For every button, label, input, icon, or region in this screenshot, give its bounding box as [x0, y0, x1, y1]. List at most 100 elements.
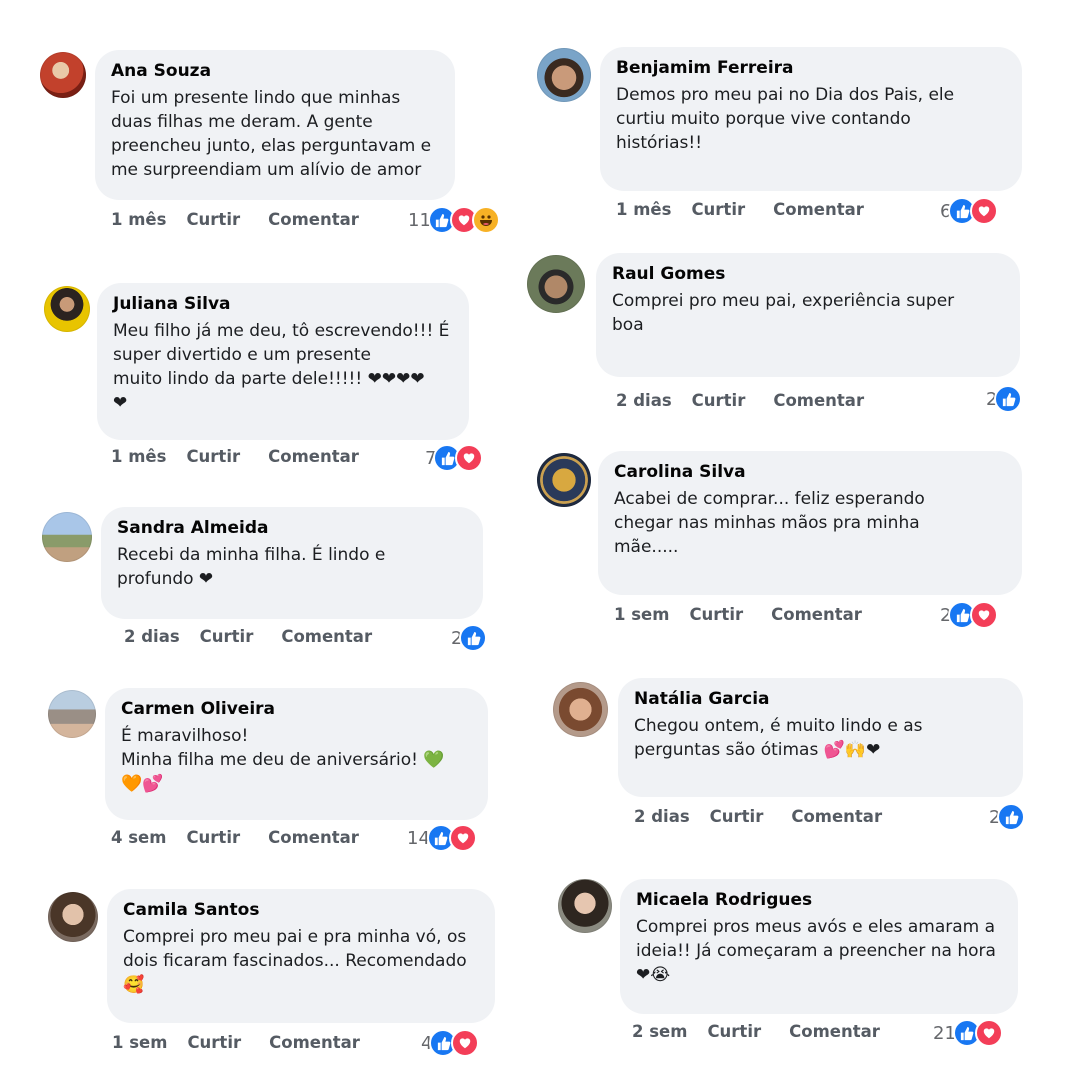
comment-time[interactable]: 1 mês [616, 200, 671, 219]
love-reaction-icon [448, 824, 477, 852]
reply-button[interactable]: Comentar [791, 807, 882, 826]
avatar[interactable] [537, 453, 591, 507]
haha-reaction-icon [471, 206, 500, 234]
comment-bubble: Raul Gomes Comprei pro meu pai, experiên… [596, 253, 1020, 377]
reply-button[interactable]: Comentar [773, 391, 864, 410]
like-button[interactable]: Curtir [689, 605, 743, 624]
reactions-summary[interactable]: 2 [940, 601, 999, 629]
like-reaction-icon [459, 624, 488, 652]
reactions-summary[interactable]: 6 [940, 197, 999, 225]
comment-bubble: Juliana Silva Meu filho já me deu, tô es… [97, 283, 469, 440]
reply-button[interactable]: Comentar [268, 210, 359, 229]
reactions-summary[interactable]: 2 [451, 624, 488, 652]
comment-bubble: Carmen Oliveira É maravilhoso! Minha fil… [105, 688, 488, 820]
comment-text: É maravilhoso! Minha filha me deu de ani… [121, 726, 445, 794]
avatar[interactable] [48, 892, 98, 942]
reply-button[interactable]: Comentar [268, 828, 359, 847]
love-reaction-icon [451, 1029, 480, 1057]
avatar[interactable] [553, 682, 608, 737]
comment-author[interactable]: Micaela Rodrigues [636, 889, 1002, 911]
comment-time[interactable]: 2 dias [616, 391, 672, 410]
comment-time[interactable]: 1 sem [614, 605, 669, 624]
reactions-summary[interactable]: 21 [933, 1019, 1003, 1047]
reply-button[interactable]: Comentar [268, 447, 359, 466]
comment-bubble: Micaela Rodrigues Comprei pros meus avós… [620, 879, 1018, 1014]
avatar[interactable] [558, 879, 612, 933]
reply-button[interactable]: Comentar [773, 200, 864, 219]
like-button[interactable]: Curtir [187, 1033, 241, 1052]
comment-author[interactable]: Carmen Oliveira [121, 698, 472, 720]
reactions-summary[interactable]: 2 [986, 385, 1023, 413]
comment-text: Chegou ontem, é muito lindo e as pergunt… [634, 716, 923, 760]
comment-bubble: Natália Garcia Chegou ontem, é muito lin… [618, 678, 1023, 797]
love-reaction-icon [455, 444, 484, 472]
comment-author[interactable]: Sandra Almeida [117, 517, 467, 539]
comment-time[interactable]: 2 sem [632, 1022, 687, 1041]
comment-author[interactable]: Carolina Silva [614, 461, 1006, 483]
comment-author[interactable]: Raul Gomes [612, 263, 1004, 285]
comment-time[interactable]: 4 sem [111, 828, 166, 847]
comment-time[interactable]: 1 mês [111, 210, 166, 229]
reactions-summary[interactable]: 2 [989, 803, 1026, 831]
comment-actions: 1 mês Curtir Comentar [111, 210, 359, 229]
comment-time[interactable]: 1 sem [112, 1033, 167, 1052]
reactions-summary[interactable]: 4 [421, 1029, 480, 1057]
comment-author[interactable]: Natália Garcia [634, 688, 1007, 710]
like-button[interactable]: Curtir [692, 391, 746, 410]
comment-bubble: Carolina Silva Acabei de comprar... feli… [598, 451, 1022, 595]
comment-text: Comprei pros meus avós e eles amaram a i… [636, 917, 996, 985]
avatar[interactable] [40, 52, 86, 98]
comment-actions: 2 dias Curtir Comentar [616, 391, 864, 410]
love-reaction-icon [970, 601, 999, 629]
avatar[interactable] [44, 286, 90, 332]
like-button[interactable]: Curtir [186, 447, 240, 466]
comment-text: Meu filho já me deu, tô escrevendo!!! É … [113, 321, 450, 413]
comment-bubble: Sandra Almeida Recebi da minha filha. É … [101, 507, 483, 619]
reactions-summary[interactable]: 11 [408, 206, 500, 234]
comment-text: Recebi da minha filha. É lindo e profund… [117, 545, 386, 589]
comment-actions: 2 dias Curtir Comentar [124, 627, 372, 646]
love-reaction-icon [970, 197, 999, 225]
reply-button[interactable]: Comentar [789, 1022, 880, 1041]
comment-time[interactable]: 1 mês [111, 447, 166, 466]
avatar[interactable] [48, 690, 96, 738]
reply-button[interactable]: Comentar [269, 1033, 360, 1052]
comment-text: Acabei de comprar... feliz esperando che… [614, 489, 925, 557]
comment-text: Comprei pro meu pai, experiência super b… [612, 291, 955, 335]
avatar[interactable] [537, 48, 591, 102]
comment-actions: 2 sem Curtir Comentar [632, 1022, 880, 1041]
comment-actions: 2 dias Curtir Comentar [634, 807, 882, 826]
comment-bubble: Camila Santos Comprei pro meu pai e pra … [107, 889, 495, 1023]
comment-author[interactable]: Juliana Silva [113, 293, 453, 315]
like-reaction-icon [994, 385, 1023, 413]
comment-actions: 4 sem Curtir Comentar [111, 828, 359, 847]
love-reaction-icon [974, 1019, 1003, 1047]
comment-actions: 1 sem Curtir Comentar [614, 605, 862, 624]
reactions-summary[interactable]: 14 [407, 824, 477, 852]
like-button[interactable]: Curtir [186, 210, 240, 229]
like-button[interactable]: Curtir [200, 627, 254, 646]
comment-text: Foi um presente lindo que minhas duas fi… [111, 88, 432, 180]
comment-text: Demos pro meu pai no Dia dos Pais, ele c… [616, 85, 955, 153]
avatar[interactable] [527, 255, 585, 313]
like-button[interactable]: Curtir [710, 807, 764, 826]
like-button[interactable]: Curtir [707, 1022, 761, 1041]
reply-button[interactable]: Comentar [771, 605, 862, 624]
reactions-summary[interactable]: 7 [425, 444, 484, 472]
comment-author[interactable]: Camila Santos [123, 899, 479, 921]
avatar[interactable] [42, 512, 92, 562]
comment-actions: 1 mês Curtir Comentar [616, 200, 864, 219]
comment-bubble: Ana Souza Foi um presente lindo que minh… [95, 50, 455, 200]
comment-author[interactable]: Ana Souza [111, 60, 439, 82]
like-button[interactable]: Curtir [186, 828, 240, 847]
comment-author[interactable]: Benjamim Ferreira [616, 57, 1006, 79]
comment-text: Comprei pro meu pai e pra minha vó, os d… [123, 927, 467, 995]
like-reaction-icon [997, 803, 1026, 831]
comment-actions: 1 sem Curtir Comentar [112, 1033, 360, 1052]
comment-actions: 1 mês Curtir Comentar [111, 447, 359, 466]
like-button[interactable]: Curtir [691, 200, 745, 219]
comment-time[interactable]: 2 dias [634, 807, 690, 826]
reply-button[interactable]: Comentar [281, 627, 372, 646]
comment-bubble: Benjamim Ferreira Demos pro meu pai no D… [600, 47, 1022, 191]
comment-time[interactable]: 2 dias [124, 627, 180, 646]
